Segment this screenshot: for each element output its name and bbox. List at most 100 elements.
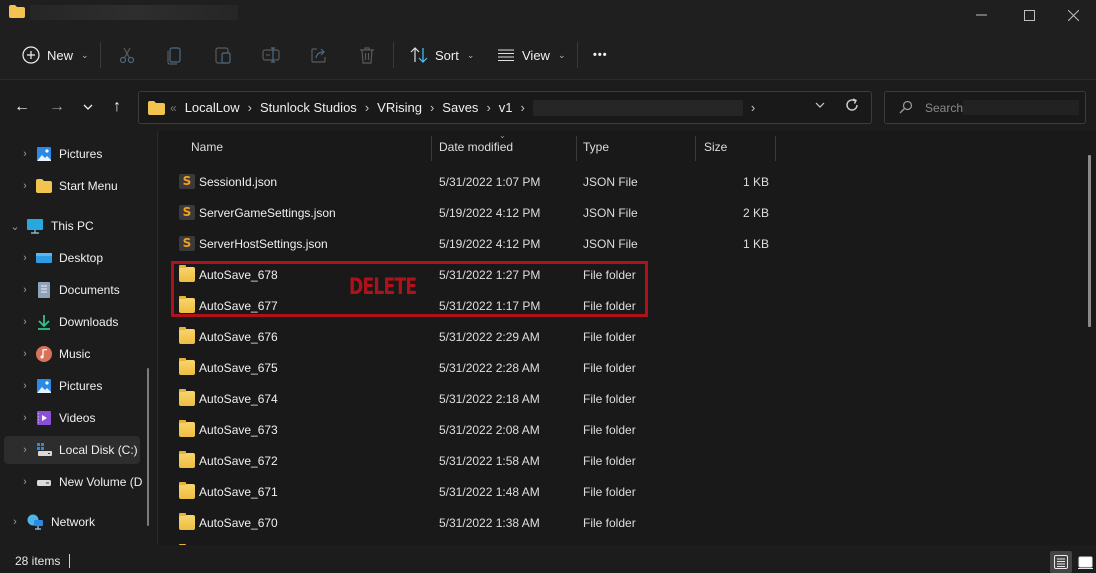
- details-view-button[interactable]: [1050, 551, 1072, 573]
- breadcrumb-item[interactable]: Stunlock Studios: [260, 100, 357, 115]
- chevron-right-icon[interactable]: ›: [4, 516, 26, 528]
- folder-icon: [179, 296, 195, 313]
- chevron-right-icon[interactable]: ›: [14, 148, 36, 160]
- window-title: [30, 5, 238, 20]
- sidebar-item-downloads[interactable]: › Downloads: [14, 308, 150, 336]
- copy-button[interactable]: [165, 40, 185, 70]
- paste-button[interactable]: [213, 40, 233, 70]
- breadcrumb-separator[interactable]: ›: [751, 100, 755, 115]
- file-row[interactable]: AutoSave_671 5/31/2022 1:48 AM File folder: [171, 476, 781, 507]
- item-count: 28 items: [15, 554, 61, 568]
- file-row[interactable]: S SessionId.json 5/31/2022 1:07 PM JSON Fil…: [171, 166, 781, 197]
- delete-icon: [360, 47, 374, 64]
- column-divider[interactable]: [431, 136, 432, 161]
- file-row[interactable]: S ServerHostSettings.json 5/19/2022 4:12 P…: [171, 228, 781, 259]
- column-divider[interactable]: [695, 136, 696, 161]
- file-row[interactable]: AutoSave_672 5/31/2022 1:58 AM File folder: [171, 445, 781, 476]
- address-history-button[interactable]: [815, 100, 825, 111]
- sidebar-scrollbar[interactable]: [147, 368, 149, 526]
- chevron-right-icon[interactable]: ›: [14, 412, 36, 424]
- column-header-type[interactable]: Type: [583, 131, 609, 163]
- column-divider[interactable]: [775, 136, 776, 161]
- breadcrumb-separator[interactable]: ›: [521, 100, 525, 115]
- breadcrumb-item[interactable]: Saves: [442, 100, 478, 115]
- forward-button[interactable]: →: [46, 96, 68, 118]
- chevron-right-icon[interactable]: ›: [14, 476, 36, 488]
- up-button[interactable]: ↑: [106, 96, 128, 118]
- file-row[interactable]: AutoSave_677 5/31/2022 1:17 PM File folder: [171, 290, 781, 321]
- chevron-right-icon[interactable]: ›: [14, 284, 36, 296]
- sort-button[interactable]: Sort ⌄: [409, 40, 474, 70]
- chevron-down-icon[interactable]: ⌄: [4, 220, 26, 233]
- search-icon: [899, 100, 913, 114]
- command-bar: New ⌄ Sort ⌄ View ⌄ •••: [0, 30, 1096, 80]
- column-header-size[interactable]: Size: [704, 131, 727, 163]
- file-row[interactable]: AutoSave_673 5/31/2022 2:08 AM File folder: [171, 414, 781, 445]
- chevron-right-icon[interactable]: ›: [14, 316, 36, 328]
- chevron-right-icon[interactable]: ›: [14, 444, 36, 456]
- chevron-right-icon[interactable]: ›: [14, 348, 36, 360]
- file-type: File folder: [583, 268, 636, 282]
- chevron-right-icon[interactable]: ›: [14, 252, 36, 264]
- breadcrumb-overflow[interactable]: «: [170, 101, 177, 115]
- chevron-right-icon[interactable]: ›: [14, 380, 36, 392]
- sidebar-item-desktop[interactable]: › Desktop: [14, 244, 150, 272]
- file-row[interactable]: AutoSave_675 5/31/2022 2:28 AM File folder: [171, 352, 781, 383]
- breadcrumb-item-redacted[interactable]: [532, 99, 743, 116]
- rename-button[interactable]: [261, 40, 281, 70]
- title-bar: [0, 0, 1096, 30]
- sidebar-item-network[interactable]: › Network: [4, 508, 140, 536]
- maximize-button[interactable]: [1006, 0, 1052, 30]
- file-row[interactable]: AutoSave_670 5/31/2022 1:38 AM File folder: [171, 507, 781, 538]
- breadcrumb-separator[interactable]: ›: [248, 100, 252, 115]
- breadcrumb-separator[interactable]: ›: [365, 100, 369, 115]
- share-button[interactable]: [309, 40, 329, 70]
- file-row[interactable]: AutoSave_678 5/31/2022 1:27 PM File folder: [171, 259, 781, 290]
- file-type: File folder: [583, 330, 636, 344]
- breadcrumb-separator[interactable]: ›: [430, 100, 434, 115]
- file-row[interactable]: S ServerGameSettings.json 5/19/2022 4:12 P…: [171, 197, 781, 228]
- column-header-name[interactable]: Name: [191, 131, 223, 163]
- sidebar-item-pictures[interactable]: › Pictures: [14, 140, 150, 168]
- sidebar-item-videos[interactable]: › Videos: [14, 404, 150, 432]
- search-box[interactable]: Search: [884, 91, 1086, 124]
- recent-locations-button[interactable]: [77, 96, 99, 118]
- file-row[interactable]: AutoSave_676 5/31/2022 2:29 AM File folder: [171, 321, 781, 352]
- column-divider[interactable]: [576, 136, 577, 161]
- new-button[interactable]: New ⌄: [21, 40, 89, 70]
- folder-icon: [36, 179, 52, 193]
- sidebar-item-label: Pictures: [59, 379, 103, 393]
- minimize-button[interactable]: [958, 0, 1004, 30]
- sidebar-item-documents[interactable]: › Documents: [14, 276, 150, 304]
- view-button[interactable]: View ⌄: [496, 40, 566, 70]
- large-icons-view-button[interactable]: [1075, 551, 1095, 573]
- file-list-scrollbar[interactable]: [1088, 155, 1091, 327]
- close-button[interactable]: [1050, 0, 1096, 30]
- see-more-button[interactable]: •••: [593, 40, 608, 70]
- chevron-down-icon: ⌄: [466, 49, 475, 60]
- arrow-left-icon: ←: [14, 98, 30, 115]
- sidebar-item-label: Desktop: [59, 251, 104, 265]
- breadcrumb-item[interactable]: v1: [499, 100, 513, 115]
- column-header-date-modified[interactable]: Date modified: [439, 131, 513, 163]
- delete-button[interactable]: [357, 40, 377, 70]
- sidebar-item-new-volume-d[interactable]: › New Volume (D: [14, 468, 150, 496]
- sidebar-item-this-pc[interactable]: ⌄ This PC: [4, 212, 140, 240]
- breadcrumb-item[interactable]: LocalLow: [185, 100, 240, 115]
- sidebar-item-start-menu[interactable]: › Start Menu: [14, 172, 150, 200]
- file-row[interactable]: AutoSave_6695/31/2022 1:28 AMFile folder: [171, 538, 781, 545]
- cut-button[interactable]: [117, 40, 137, 70]
- file-row[interactable]: AutoSave_674 5/31/2022 2:18 AM File folder: [171, 383, 781, 414]
- breadcrumb-separator[interactable]: ›: [486, 100, 490, 115]
- back-button[interactable]: ←: [11, 96, 33, 118]
- address-bar[interactable]: « LocalLow › Stunlock Studios › VRising …: [138, 91, 872, 124]
- sidebar-item-pictures-2[interactable]: › Pictures: [14, 372, 150, 400]
- sidebar-item-local-disk-c[interactable]: › Local Disk (C:): [4, 436, 140, 464]
- file-type: File folder: [583, 516, 636, 530]
- chevron-right-icon[interactable]: ›: [14, 180, 36, 192]
- refresh-button[interactable]: [844, 97, 860, 118]
- breadcrumb-item[interactable]: VRising: [377, 100, 422, 115]
- chevron-down-icon: ⌄: [81, 49, 89, 60]
- sidebar-item-music[interactable]: › Music: [14, 340, 150, 368]
- file-name: SessionId.json: [199, 175, 278, 189]
